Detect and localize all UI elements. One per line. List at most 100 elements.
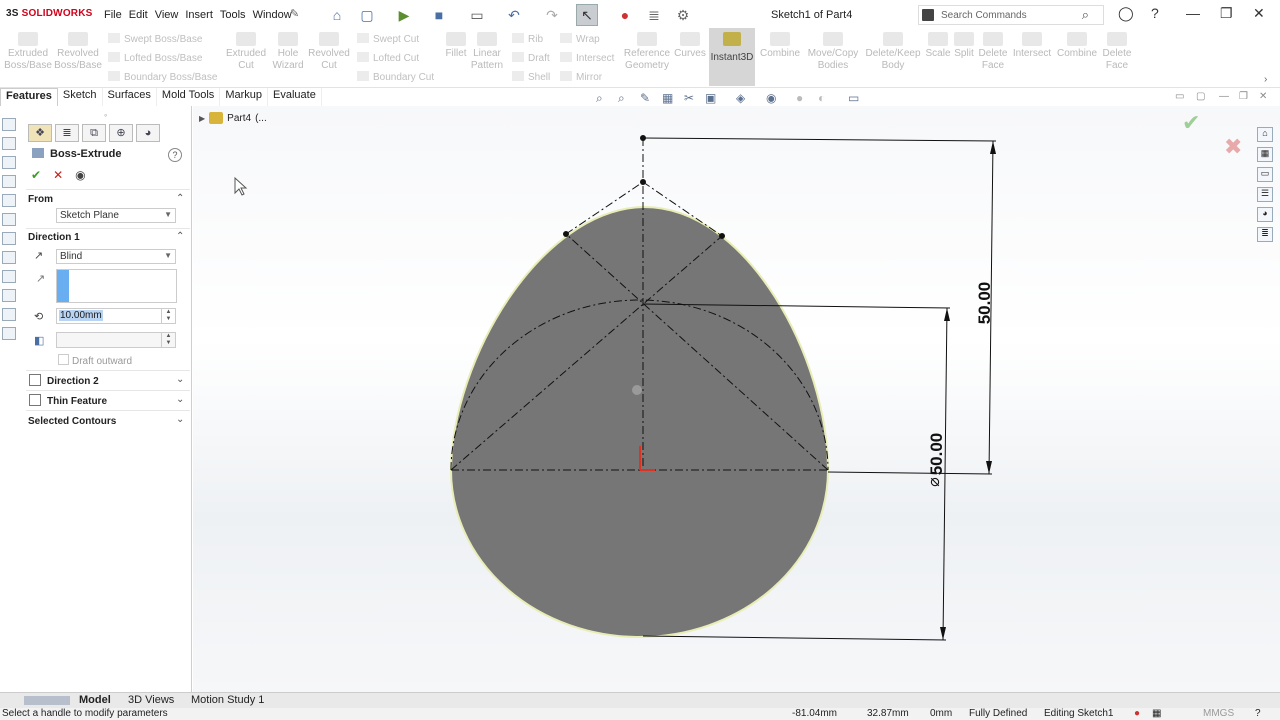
- cancel-x-icon[interactable]: ✕: [53, 168, 63, 182]
- linear-dimension-text[interactable]: 50.00: [975, 282, 994, 325]
- menu-file[interactable]: File: [104, 9, 122, 21]
- direction2-checkbox[interactable]: [29, 374, 41, 386]
- select-icon[interactable]: ↖: [576, 4, 598, 26]
- combine-button[interactable]: Combine: [757, 32, 803, 60]
- display-manager-tab-icon[interactable]: ◕: [136, 124, 160, 142]
- expand-thin-feature-icon[interactable]: ⌄: [176, 394, 184, 405]
- expand-direction2-icon[interactable]: ⌄: [176, 374, 184, 385]
- ribbon-expand-icon[interactable]: ›: [1264, 74, 1267, 85]
- wrap-button[interactable]: Wrap: [560, 33, 600, 45]
- home-resources-icon[interactable]: ⌂: [1257, 127, 1273, 142]
- new-document-icon[interactable]: ▢: [356, 4, 378, 26]
- sketch-point[interactable]: [640, 179, 646, 185]
- help-icon[interactable]: ?: [168, 148, 182, 162]
- end-condition-select[interactable]: Blind ▼: [56, 249, 176, 264]
- delete-face-button[interactable]: Delete Face: [976, 32, 1010, 72]
- zoom-area-icon[interactable]: ⌕: [618, 91, 625, 106]
- confirmation-cancel-icon[interactable]: ✖: [1224, 134, 1242, 160]
- preview-eye-icon[interactable]: ◉: [75, 168, 85, 182]
- minimize-icon[interactable]: —: [1186, 5, 1200, 21]
- grid-icon[interactable]: ▦: [1152, 708, 1161, 719]
- instant3d-button[interactable]: Instant3D: [709, 28, 755, 86]
- display-style-icon[interactable]: ◈: [736, 91, 745, 105]
- menu-edit[interactable]: Edit: [129, 9, 148, 21]
- rib-button[interactable]: Rib: [512, 33, 543, 45]
- boundary-boss-button[interactable]: Boundary Boss/Base: [108, 71, 217, 83]
- file-properties-icon[interactable]: ≣: [645, 4, 663, 26]
- draft-toggle-icon[interactable]: ◧: [34, 334, 44, 347]
- from-select[interactable]: Sketch Plane ▼: [56, 208, 176, 223]
- sketch-tool-icon[interactable]: [2, 251, 16, 264]
- intersect-button[interactable]: Intersect: [560, 52, 614, 64]
- tab-sketch[interactable]: Sketch: [58, 88, 103, 106]
- delete-face-2-button[interactable]: Delete Face: [1100, 32, 1134, 72]
- hide-show-icon[interactable]: ◉: [766, 91, 776, 105]
- pin-icon[interactable]: ✎: [290, 7, 299, 20]
- sketch-point[interactable]: [563, 231, 569, 237]
- search-commands[interactable]: Search Commands ⌕: [918, 5, 1104, 25]
- tile-view-icon[interactable]: ▢: [1196, 91, 1205, 102]
- user-icon[interactable]: ◯: [1118, 5, 1134, 22]
- delete-keep-body-button[interactable]: Delete/Keep Body: [862, 32, 924, 72]
- menu-insert[interactable]: Insert: [185, 9, 213, 21]
- sketch-tool-icon[interactable]: [2, 289, 16, 302]
- revolved-cut-button[interactable]: Revolved Cut: [308, 32, 350, 72]
- sketch-tool-icon[interactable]: [2, 118, 16, 131]
- sketch-tool-icon[interactable]: [2, 156, 16, 169]
- custom-properties-icon[interactable]: ≣: [1257, 227, 1273, 242]
- previous-view-icon[interactable]: ✎: [640, 91, 650, 105]
- viewport-close-icon[interactable]: ✕: [1259, 91, 1267, 102]
- depth-spinner-icon[interactable]: ▲ ▼: [161, 309, 175, 323]
- options-gear-icon[interactable]: ⚙: [672, 4, 694, 26]
- design-library-icon[interactable]: ▦: [1257, 147, 1273, 162]
- file-explorer-icon[interactable]: ▭: [1257, 167, 1273, 182]
- collapse-direction1-icon[interactable]: ⌃: [176, 231, 184, 242]
- tab-model[interactable]: Model: [79, 694, 111, 706]
- extruded-cut-button[interactable]: Extruded Cut: [224, 32, 268, 72]
- hole-wizard-button[interactable]: Hole Wizard: [268, 32, 308, 72]
- drag-handle[interactable]: [632, 385, 642, 395]
- direction-selection-box[interactable]: [56, 269, 177, 303]
- split-button[interactable]: Split: [952, 32, 976, 60]
- help-icon[interactable]: ?: [1151, 5, 1159, 21]
- reverse-direction-icon[interactable]: ↗: [34, 249, 43, 262]
- redo-icon[interactable]: ↷: [541, 4, 563, 26]
- scale-button[interactable]: Scale: [924, 32, 952, 60]
- draft-outward-checkbox[interactable]: Draft outward: [58, 354, 132, 367]
- appearances-icon[interactable]: ◕: [1257, 207, 1273, 222]
- draft-button[interactable]: Draft: [512, 52, 550, 64]
- restore-icon[interactable]: ❐: [1220, 5, 1233, 22]
- lofted-boss-button[interactable]: Lofted Boss/Base: [108, 52, 202, 64]
- menu-view[interactable]: View: [155, 9, 179, 21]
- sketch-tool-icon[interactable]: [2, 175, 16, 188]
- tab-surfaces[interactable]: Surfaces: [103, 88, 157, 106]
- draft-angle-input[interactable]: ▲ ▼: [56, 332, 176, 348]
- sketch-tool-icon[interactable]: [2, 194, 16, 207]
- sketch-tool-icon[interactable]: [2, 137, 16, 150]
- fillet-button[interactable]: Fillet: [442, 32, 470, 60]
- tab-scroll-arrows-icon[interactable]: [24, 696, 70, 705]
- status-help-icon[interactable]: ?: [1255, 708, 1261, 719]
- sketch-tool-icon[interactable]: [2, 213, 16, 226]
- viewport-restore-icon[interactable]: ❐: [1239, 91, 1248, 102]
- mirror-button[interactable]: Mirror: [560, 71, 602, 83]
- depth-input[interactable]: 10.00mm ▲ ▼: [56, 308, 176, 324]
- sketch-tool-icon[interactable]: [2, 232, 16, 245]
- view-orientation-icon[interactable]: ▣: [705, 91, 716, 105]
- tab-markup[interactable]: Markup: [220, 88, 268, 106]
- tab-3d-views[interactable]: 3D Views: [128, 694, 174, 706]
- sketch-tool-icon[interactable]: [2, 308, 16, 321]
- collapse-from-icon[interactable]: ⌃: [176, 193, 184, 204]
- lofted-cut-button[interactable]: Lofted Cut: [357, 52, 419, 64]
- move-copy-bodies-button[interactable]: Move/Copy Bodies: [804, 32, 862, 72]
- sketch-point[interactable]: [719, 233, 725, 239]
- split-view-icon[interactable]: ▭: [1175, 91, 1184, 102]
- curves-button[interactable]: Curves: [673, 32, 707, 60]
- rebuild-icon[interactable]: ●: [617, 4, 633, 26]
- draft-spinner-icon[interactable]: ▲ ▼: [161, 333, 175, 347]
- boundary-cut-button[interactable]: Boundary Cut: [357, 71, 434, 83]
- print-icon[interactable]: ▭: [466, 4, 488, 26]
- status-units[interactable]: MMGS: [1203, 708, 1234, 719]
- swept-boss-button[interactable]: Swept Boss/Base: [108, 33, 202, 45]
- feature-manager-tab-icon[interactable]: ❖: [28, 124, 52, 142]
